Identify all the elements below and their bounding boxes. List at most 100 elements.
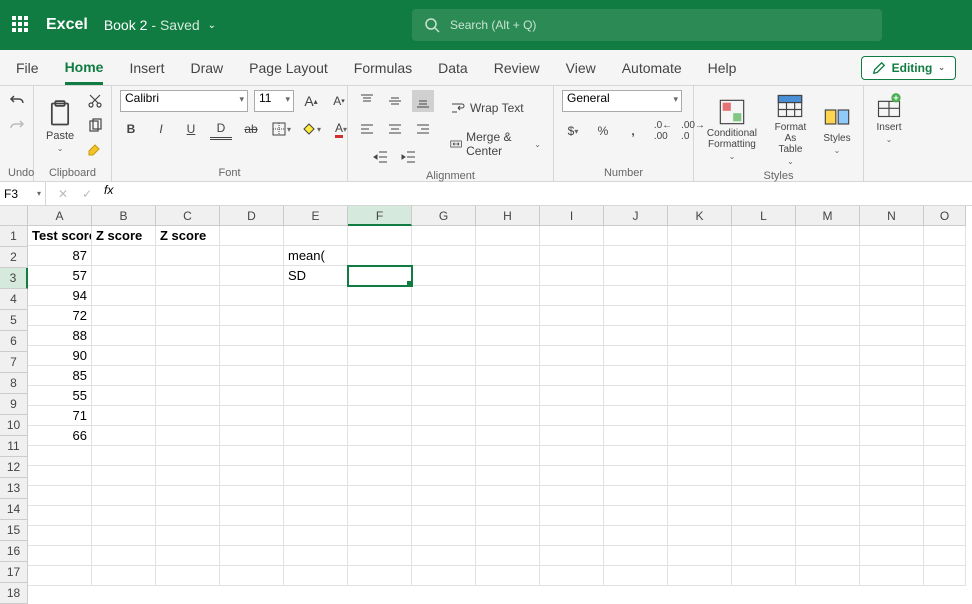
cell[interactable] (796, 246, 860, 266)
cell[interactable] (540, 446, 604, 466)
cell[interactable] (476, 326, 540, 346)
row-header[interactable]: 6 (0, 331, 28, 352)
cell[interactable] (924, 366, 966, 386)
conditional-formatting-button[interactable]: Conditional Formatting⌄ (702, 96, 762, 163)
cell[interactable] (540, 406, 604, 426)
row-header[interactable]: 7 (0, 352, 28, 373)
cell[interactable]: Z score (92, 226, 156, 246)
cell[interactable] (476, 466, 540, 486)
cell[interactable] (924, 266, 966, 286)
strikethrough-button[interactable]: ab (240, 118, 262, 140)
cell[interactable] (92, 566, 156, 586)
cell[interactable] (924, 286, 966, 306)
cell[interactable] (668, 226, 732, 246)
insert-cells-button[interactable]: Insert⌄ (872, 90, 906, 146)
column-header[interactable]: N (860, 206, 924, 226)
cell[interactable] (348, 366, 412, 386)
cell[interactable] (604, 546, 668, 566)
cell[interactable] (796, 426, 860, 446)
cell[interactable] (156, 566, 220, 586)
copy-button[interactable] (84, 115, 106, 137)
tab-review[interactable]: Review (494, 53, 540, 83)
cell[interactable] (156, 506, 220, 526)
cell[interactable] (412, 286, 476, 306)
cell[interactable] (220, 306, 284, 326)
cell[interactable] (348, 226, 412, 246)
cell[interactable] (860, 286, 924, 306)
underline-button[interactable]: U (180, 118, 202, 140)
tab-data[interactable]: Data (438, 53, 468, 83)
font-name-select[interactable]: Calibri (120, 90, 248, 112)
row-header[interactable]: 16 (0, 541, 28, 562)
cell[interactable] (732, 306, 796, 326)
column-header[interactable]: F (348, 206, 412, 226)
cell[interactable] (412, 506, 476, 526)
cell[interactable] (220, 326, 284, 346)
cell[interactable] (92, 266, 156, 286)
cell[interactable] (220, 226, 284, 246)
cell[interactable] (540, 226, 604, 246)
cell[interactable] (860, 466, 924, 486)
decrease-indent-button[interactable] (370, 146, 392, 168)
cell[interactable] (220, 286, 284, 306)
cell[interactable] (796, 286, 860, 306)
cell[interactable] (668, 486, 732, 506)
cell[interactable] (732, 366, 796, 386)
cell[interactable] (92, 346, 156, 366)
cell[interactable] (476, 546, 540, 566)
cell[interactable] (284, 486, 348, 506)
cell[interactable] (540, 246, 604, 266)
format-painter-button[interactable] (84, 140, 106, 162)
fill-color-button[interactable]: ▾ (300, 118, 322, 140)
cell[interactable]: 90 (28, 346, 92, 366)
number-format-select[interactable]: General (562, 90, 682, 112)
cell[interactable] (860, 526, 924, 546)
row-header[interactable]: 2 (0, 247, 28, 268)
cell[interactable] (540, 266, 604, 286)
column-header[interactable]: D (220, 206, 284, 226)
cell[interactable] (220, 346, 284, 366)
select-all-corner[interactable] (0, 206, 28, 226)
cell[interactable] (220, 506, 284, 526)
cell[interactable] (284, 406, 348, 426)
cell[interactable] (92, 466, 156, 486)
cell[interactable] (412, 366, 476, 386)
cell[interactable] (924, 446, 966, 466)
wrap-text-button[interactable]: Wrap Text (446, 98, 528, 118)
align-bottom-button[interactable] (412, 90, 434, 112)
cell[interactable] (156, 526, 220, 546)
cell[interactable] (796, 406, 860, 426)
column-header[interactable]: C (156, 206, 220, 226)
cell[interactable]: 57 (28, 266, 92, 286)
cell[interactable] (924, 486, 966, 506)
cell[interactable] (220, 526, 284, 546)
tab-automate[interactable]: Automate (622, 53, 682, 83)
cell[interactable] (796, 486, 860, 506)
cell[interactable] (668, 466, 732, 486)
cell[interactable] (924, 546, 966, 566)
cell[interactable] (540, 426, 604, 446)
cell[interactable] (796, 266, 860, 286)
column-header[interactable]: O (924, 206, 966, 226)
cell[interactable] (732, 346, 796, 366)
cell[interactable] (92, 246, 156, 266)
cell[interactable] (924, 386, 966, 406)
cell-styles-button[interactable]: Styles⌄ (819, 101, 855, 157)
italic-button[interactable]: I (150, 118, 172, 140)
currency-button[interactable]: $▾ (562, 120, 584, 142)
increase-decimal-button[interactable]: .0←.00 (652, 120, 674, 142)
cell[interactable] (476, 366, 540, 386)
row-header[interactable]: 17 (0, 562, 28, 583)
cell[interactable] (668, 286, 732, 306)
cell[interactable] (604, 406, 668, 426)
cell[interactable]: SD (284, 266, 348, 286)
fx-icon[interactable]: fx (100, 183, 117, 205)
cell[interactable] (732, 566, 796, 586)
row-header[interactable]: 1 (0, 226, 28, 247)
cell[interactable] (924, 506, 966, 526)
cell[interactable] (604, 506, 668, 526)
cell[interactable] (732, 406, 796, 426)
format-as-table-button[interactable]: Format As Table⌄ (768, 90, 813, 168)
cell[interactable] (284, 386, 348, 406)
cell[interactable] (476, 386, 540, 406)
